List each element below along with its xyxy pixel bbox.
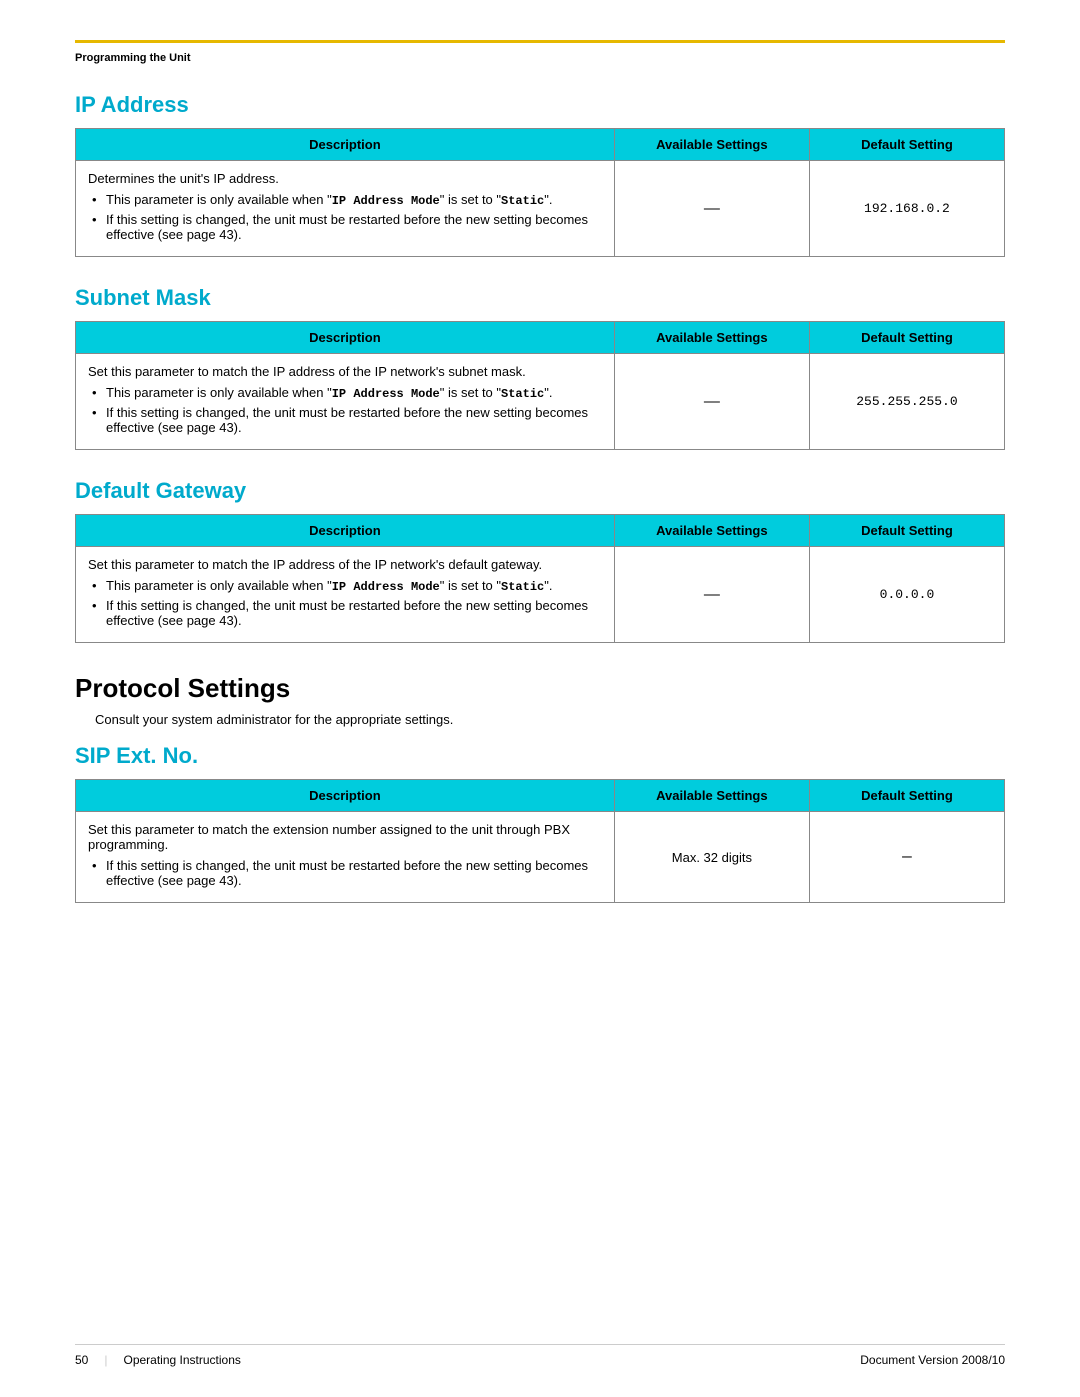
ip-address-section: IP Address Description Available Setting… [75, 92, 1005, 257]
subnet-mask-section: Subnet Mask Description Available Settin… [75, 285, 1005, 450]
sip-desc-text: Set this parameter to match the extensio… [88, 822, 570, 852]
footer-right: Document Version 2008/10 [860, 1353, 1005, 1367]
subnet-desc-text: Set this parameter to match the IP addre… [88, 364, 526, 379]
subnet-available-value: — [704, 393, 720, 410]
gateway-available-value: — [704, 586, 720, 603]
footer-left-label: Operating Instructions [123, 1353, 240, 1367]
ip-desc-header: Description [76, 129, 615, 161]
gateway-bullet-list: This parameter is only available when "I… [88, 578, 602, 628]
subnet-default-cell: 255.255.255.0 [809, 354, 1004, 450]
ip-bullet-1: This parameter is only available when "I… [88, 192, 602, 208]
subnet-description-cell: Set this parameter to match the IP addre… [76, 354, 615, 450]
subnet-default-header: Default Setting [809, 322, 1004, 354]
ip-available-cell: — [614, 161, 809, 257]
page-container: Programming the Unit IP Address Descript… [0, 0, 1080, 991]
breadcrumb: Programming the Unit [75, 52, 191, 64]
gateway-default-cell: 0.0.0.0 [809, 547, 1004, 643]
footer-left: 50 | Operating Instructions [75, 1353, 241, 1367]
default-gateway-table: Description Available Settings Default S… [75, 514, 1005, 643]
ip-default-cell: 192.168.0.2 [809, 161, 1004, 257]
subnet-available-cell: — [614, 354, 809, 450]
sip-section: SIP Ext. No. Description Available Setti… [75, 743, 1005, 903]
default-gateway-section: Default Gateway Description Available Se… [75, 478, 1005, 643]
gateway-available-header: Available Settings [614, 515, 809, 547]
ip-bullet-list: This parameter is only available when "I… [88, 192, 602, 242]
subnet-desc-header: Description [76, 322, 615, 354]
ip-description-cell: Determines the unit's IP address. This p… [76, 161, 615, 257]
gateway-default-header: Default Setting [809, 515, 1004, 547]
gateway-description-cell: Set this parameter to match the IP addre… [76, 547, 615, 643]
protocol-settings-heading: Protocol Settings [75, 673, 1005, 704]
gateway-desc-text: Set this parameter to match the IP addre… [88, 557, 542, 572]
sip-default-cell: — [809, 812, 1004, 903]
ip-address-heading: IP Address [75, 92, 1005, 118]
footer-page-number: 50 [75, 1353, 88, 1367]
ip-desc-text: Determines the unit's IP address. [88, 171, 279, 186]
page-footer: 50 | Operating Instructions Document Ver… [75, 1344, 1005, 1367]
gateway-desc-header: Description [76, 515, 615, 547]
ip-default-header: Default Setting [809, 129, 1004, 161]
sip-available-header: Available Settings [614, 780, 809, 812]
footer-right-label: Document Version 2008/10 [860, 1353, 1005, 1367]
default-gateway-heading: Default Gateway [75, 478, 1005, 504]
footer-pipe: | [104, 1353, 107, 1367]
subnet-available-header: Available Settings [614, 322, 809, 354]
sip-default-header: Default Setting [809, 780, 1004, 812]
sip-bullet-list: If this setting is changed, the unit mus… [88, 858, 602, 888]
subnet-bullet-2: If this setting is changed, the unit mus… [88, 405, 602, 435]
subnet-bullet-1: This parameter is only available when "I… [88, 385, 602, 401]
subnet-bullet-list: This parameter is only available when "I… [88, 385, 602, 435]
gateway-available-cell: — [614, 547, 809, 643]
sip-bullet-1: If this setting is changed, the unit mus… [88, 858, 602, 888]
sip-desc-header: Description [76, 780, 615, 812]
sip-default-value: — [902, 848, 912, 866]
subnet-mask-table: Description Available Settings Default S… [75, 321, 1005, 450]
ip-available-value: — [704, 200, 720, 217]
gateway-bullet-2: If this setting is changed, the unit mus… [88, 598, 602, 628]
ip-address-table: Description Available Settings Default S… [75, 128, 1005, 257]
gateway-bullet-1: This parameter is only available when "I… [88, 578, 602, 594]
protocol-settings-section: Protocol Settings Consult your system ad… [75, 673, 1005, 727]
protocol-settings-subtext: Consult your system administrator for th… [75, 712, 1005, 727]
top-header: Programming the Unit [75, 40, 1005, 64]
ip-bullet-2: If this setting is changed, the unit mus… [88, 212, 602, 242]
subnet-mask-heading: Subnet Mask [75, 285, 1005, 311]
sip-available-cell: Max. 32 digits [614, 812, 809, 903]
sip-description-cell: Set this parameter to match the extensio… [76, 812, 615, 903]
sip-heading: SIP Ext. No. [75, 743, 1005, 769]
sip-table: Description Available Settings Default S… [75, 779, 1005, 903]
ip-available-header: Available Settings [614, 129, 809, 161]
